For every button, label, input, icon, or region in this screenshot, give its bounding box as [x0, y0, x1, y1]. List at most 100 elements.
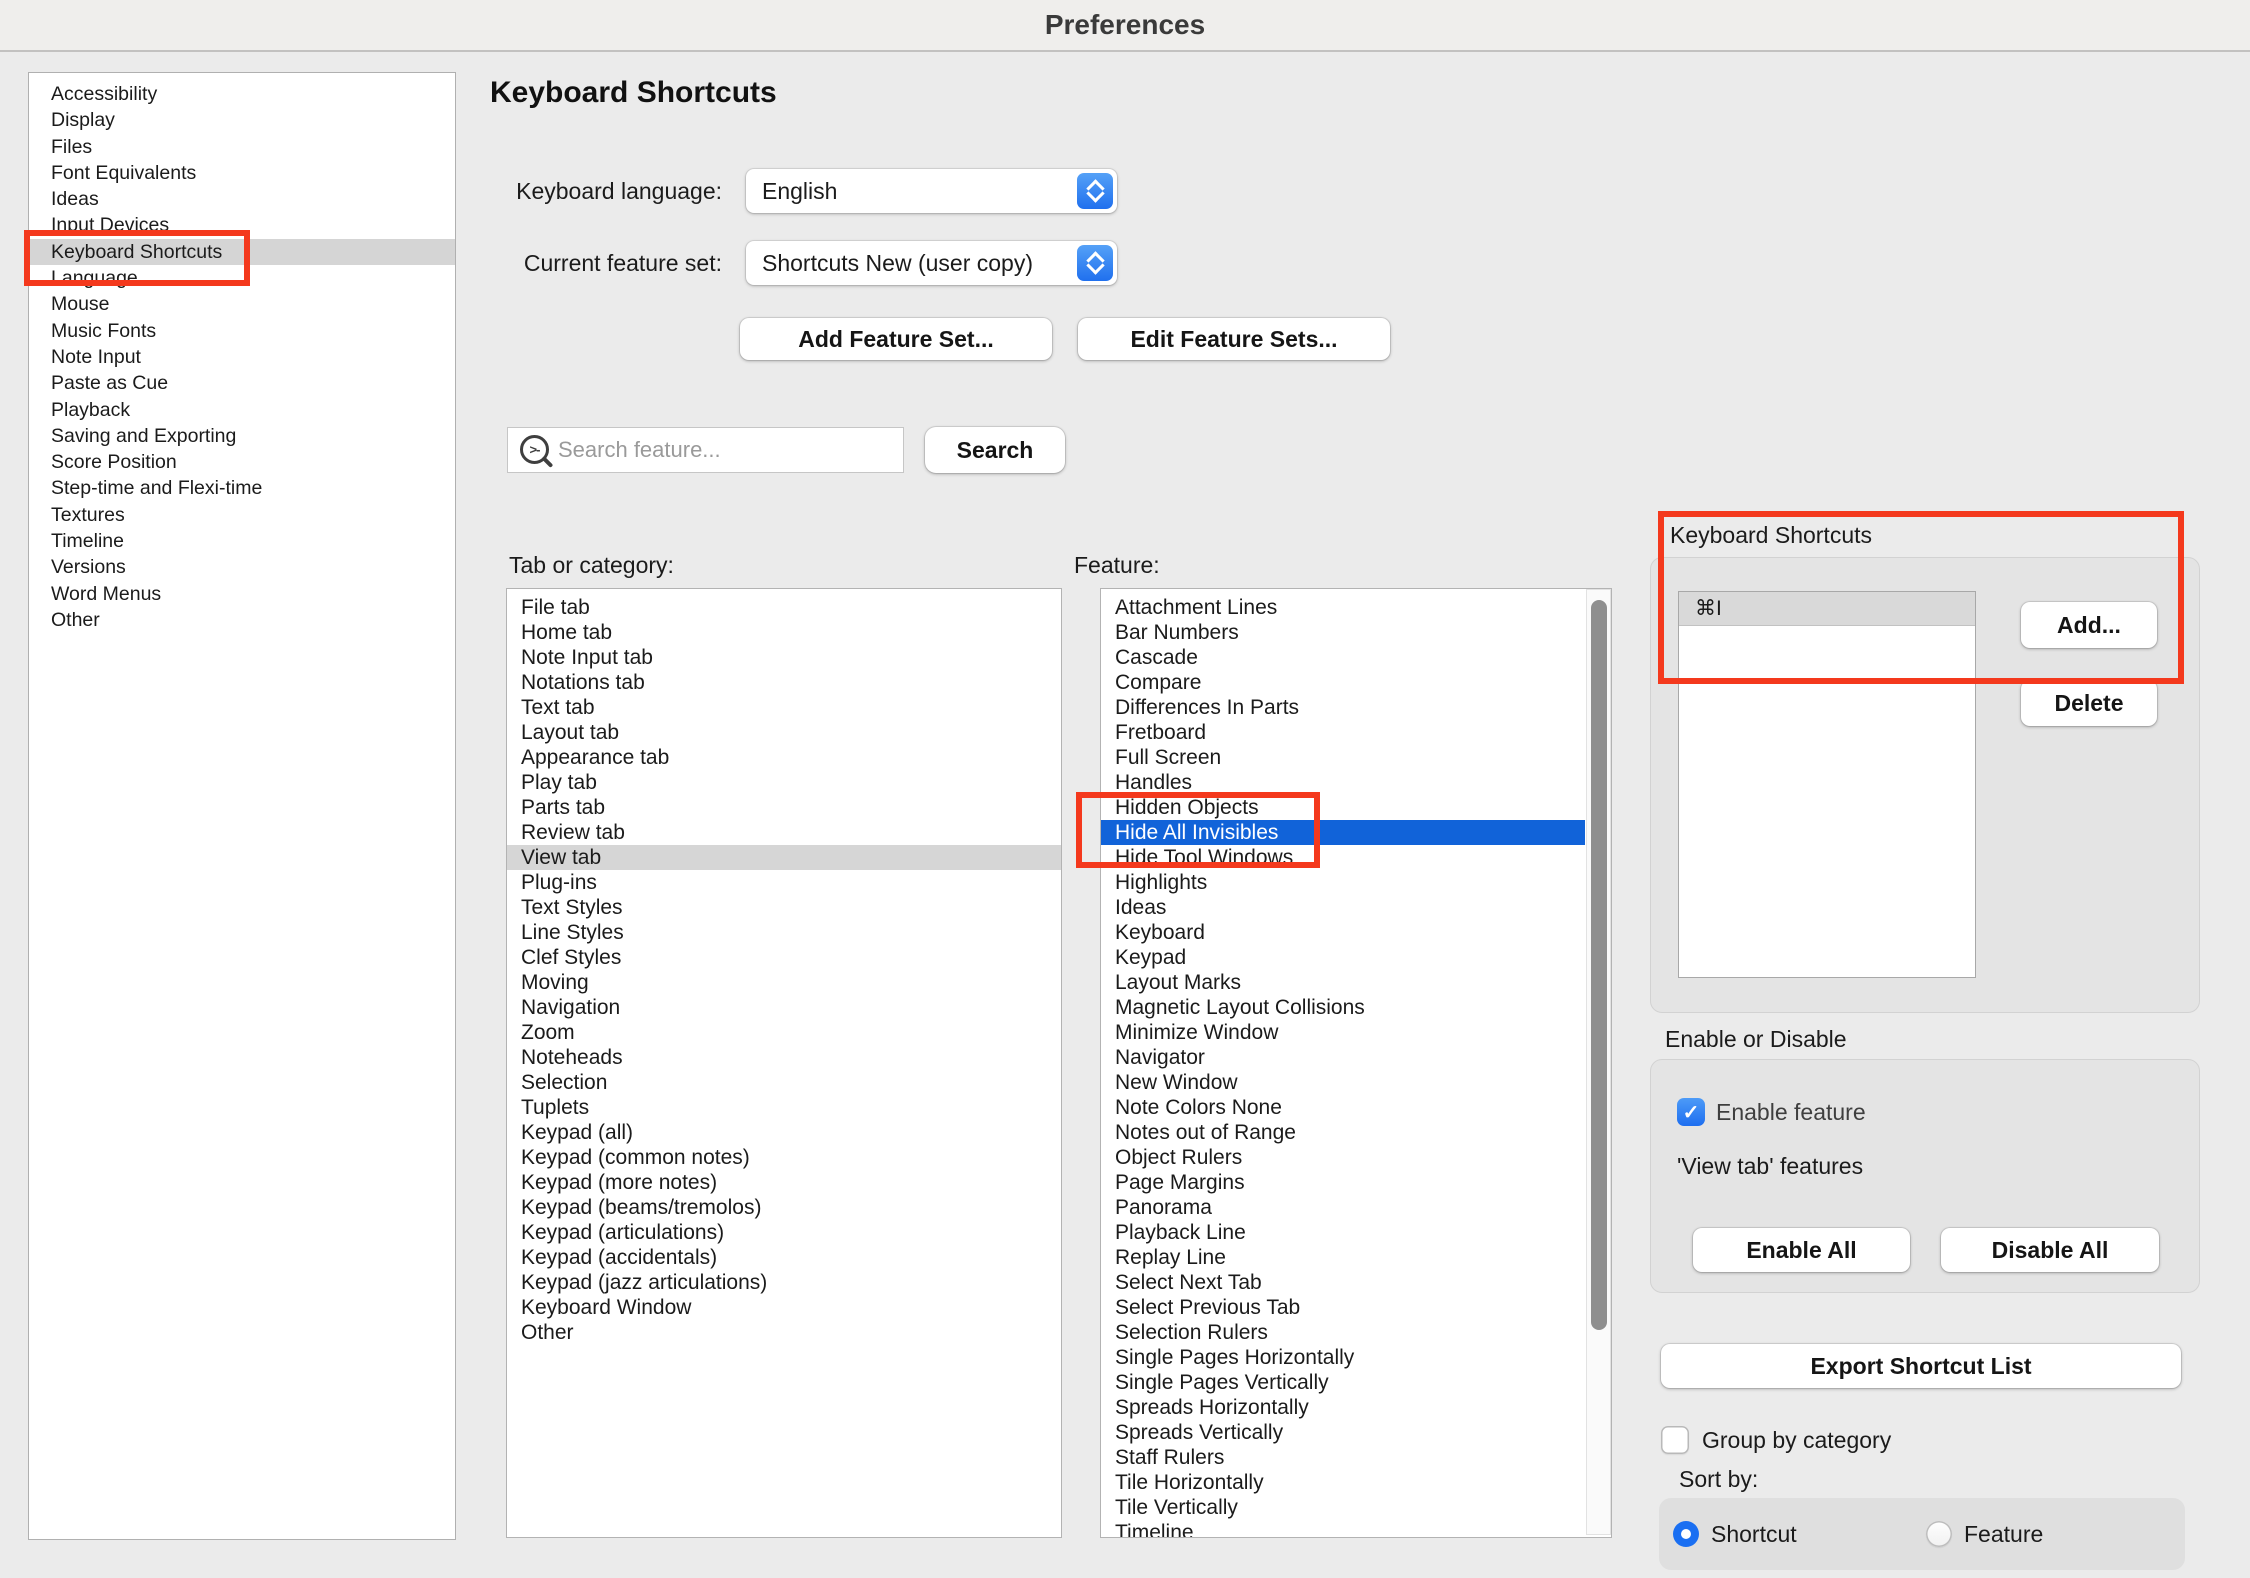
feature-list-item[interactable]: Ideas	[1101, 895, 1585, 920]
group-by-category-checkbox[interactable]	[1661, 1426, 1689, 1454]
feature-list-item[interactable]: Spreads Vertically	[1101, 1420, 1585, 1445]
sidebar-item[interactable]: Paste as Cue	[29, 370, 455, 396]
category-list-item[interactable]: Keypad (all)	[507, 1120, 1061, 1145]
feature-list-item[interactable]: Select Next Tab	[1101, 1270, 1585, 1295]
feature-list-item[interactable]: Tile Horizontally	[1101, 1470, 1585, 1495]
search-field[interactable]: >-	[507, 427, 904, 473]
sidebar-item[interactable]: Ideas	[29, 186, 455, 212]
feature-list-item[interactable]: Note Colors None	[1101, 1095, 1585, 1120]
category-list-item[interactable]: Review tab	[507, 820, 1061, 845]
sidebar-item[interactable]: Display	[29, 107, 455, 133]
sidebar-item[interactable]: Score Position	[29, 449, 455, 475]
category-list-item[interactable]: Navigation	[507, 995, 1061, 1020]
category-list-item[interactable]: File tab	[507, 595, 1061, 620]
feature-list-item[interactable]: Cascade	[1101, 645, 1585, 670]
feature-list-scrollbar-thumb[interactable]	[1591, 600, 1607, 1330]
feature-list-item[interactable]: Tile Vertically	[1101, 1495, 1585, 1520]
category-list-item[interactable]: Clef Styles	[507, 945, 1061, 970]
category-list-item[interactable]: Tuplets	[507, 1095, 1061, 1120]
search-input[interactable]	[556, 436, 903, 464]
category-list-item[interactable]: Note Input tab	[507, 645, 1061, 670]
category-list-item[interactable]: Home tab	[507, 620, 1061, 645]
category-list-item[interactable]: Zoom	[507, 1020, 1061, 1045]
sidebar-item[interactable]: Step-time and Flexi-time	[29, 475, 455, 501]
category-list-item[interactable]: Other	[507, 1320, 1061, 1345]
feature-list-item[interactable]: Hide Tool Windows	[1101, 845, 1585, 870]
shortcut-list[interactable]: ⌘I	[1678, 591, 1976, 978]
category-list[interactable]: File tabHome tabNote Input tabNotations …	[506, 588, 1062, 1538]
feature-list-item[interactable]: Layout Marks	[1101, 970, 1585, 995]
category-list-item[interactable]: Layout tab	[507, 720, 1061, 745]
add-feature-set-button[interactable]: Add Feature Set...	[740, 318, 1052, 360]
feature-list-item[interactable]: Compare	[1101, 670, 1585, 695]
category-list-item[interactable]: Parts tab	[507, 795, 1061, 820]
feature-list-item[interactable]: Handles	[1101, 770, 1585, 795]
sort-by-shortcut-radio[interactable]	[1673, 1521, 1699, 1547]
category-list-item[interactable]: Keyboard Window	[507, 1295, 1061, 1320]
feature-list-item[interactable]: Selection Rulers	[1101, 1320, 1585, 1345]
sort-by-feature-radio[interactable]	[1926, 1521, 1952, 1547]
feature-list-item[interactable]: Object Rulers	[1101, 1145, 1585, 1170]
feature-list-item[interactable]: Timeline	[1101, 1520, 1585, 1538]
disable-all-button[interactable]: Disable All	[1941, 1228, 2159, 1272]
category-list-item[interactable]: Keypad (accidentals)	[507, 1245, 1061, 1270]
search-button[interactable]: Search	[925, 427, 1065, 473]
feature-list-item[interactable]: New Window	[1101, 1070, 1585, 1095]
feature-list-item[interactable]: Fretboard	[1101, 720, 1585, 745]
feature-list-item[interactable]: Notes out of Range	[1101, 1120, 1585, 1145]
category-list-item[interactable]: View tab	[507, 845, 1061, 870]
sidebar-item[interactable]: Keyboard Shortcuts	[29, 239, 455, 265]
feature-list-item[interactable]: Differences In Parts	[1101, 695, 1585, 720]
feature-list-item[interactable]: Highlights	[1101, 870, 1585, 895]
feature-list[interactable]: Attachment LinesBar NumbersCascadeCompar…	[1100, 588, 1612, 1538]
feature-list-item[interactable]: Full Screen	[1101, 745, 1585, 770]
feature-list-scrollbar[interactable]	[1586, 589, 1611, 1535]
category-list-item[interactable]: Appearance tab	[507, 745, 1061, 770]
feature-list-item[interactable]: Keypad	[1101, 945, 1585, 970]
category-list-item[interactable]: Text Styles	[507, 895, 1061, 920]
sidebar-item[interactable]: Playback	[29, 397, 455, 423]
sidebar-item[interactable]: Versions	[29, 554, 455, 580]
category-list-item[interactable]: Noteheads	[507, 1045, 1061, 1070]
feature-list-item[interactable]: Staff Rulers	[1101, 1445, 1585, 1470]
category-list-item[interactable]: Play tab	[507, 770, 1061, 795]
category-list-item[interactable]: Moving	[507, 970, 1061, 995]
sidebar-item[interactable]: Timeline	[29, 528, 455, 554]
category-list-item[interactable]: Keypad (beams/tremolos)	[507, 1195, 1061, 1220]
feature-list-item[interactable]: Page Margins	[1101, 1170, 1585, 1195]
feature-list-item[interactable]: Select Previous Tab	[1101, 1295, 1585, 1320]
feature-list-item[interactable]: Attachment Lines	[1101, 595, 1585, 620]
feature-list-item[interactable]: Spreads Horizontally	[1101, 1395, 1585, 1420]
sidebar-item[interactable]: Font Equivalents	[29, 160, 455, 186]
category-list-item[interactable]: Selection	[507, 1070, 1061, 1095]
add-shortcut-button[interactable]: Add...	[2021, 602, 2157, 648]
sidebar-item[interactable]: Word Menus	[29, 581, 455, 607]
feature-list-item[interactable]: Keyboard	[1101, 920, 1585, 945]
category-list-item[interactable]: Plug-ins	[507, 870, 1061, 895]
feature-set-popup[interactable]: Shortcuts New (user copy)	[746, 241, 1117, 285]
feature-list-item[interactable]: Bar Numbers	[1101, 620, 1585, 645]
sidebar-item[interactable]: Textures	[29, 502, 455, 528]
category-list-item[interactable]: Keypad (common notes)	[507, 1145, 1061, 1170]
delete-shortcut-button[interactable]: Delete	[2021, 680, 2157, 726]
feature-list-item[interactable]: Hidden Objects	[1101, 795, 1585, 820]
sidebar-item[interactable]: Saving and Exporting	[29, 423, 455, 449]
sidebar-item[interactable]: Mouse	[29, 291, 455, 317]
feature-list-item[interactable]: Single Pages Horizontally	[1101, 1345, 1585, 1370]
category-list-item[interactable]: Notations tab	[507, 670, 1061, 695]
feature-list-item[interactable]: Single Pages Vertically	[1101, 1370, 1585, 1395]
sidebar-item[interactable]: Input Devices	[29, 212, 455, 238]
feature-list-item[interactable]: Minimize Window	[1101, 1020, 1585, 1045]
sidebar-item[interactable]: Music Fonts	[29, 318, 455, 344]
feature-list-item[interactable]: Magnetic Layout Collisions	[1101, 995, 1585, 1020]
sidebar-item[interactable]: Files	[29, 134, 455, 160]
category-list-item[interactable]: Line Styles	[507, 920, 1061, 945]
enable-all-button[interactable]: Enable All	[1693, 1228, 1910, 1272]
feature-list-item[interactable]: Panorama	[1101, 1195, 1585, 1220]
enable-feature-checkbox[interactable]: ✓	[1677, 1098, 1705, 1126]
feature-list-item[interactable]: Playback Line	[1101, 1220, 1585, 1245]
category-list-item[interactable]: Text tab	[507, 695, 1061, 720]
feature-list-item[interactable]: Hide All Invisibles	[1101, 820, 1585, 845]
keyboard-language-popup[interactable]: English	[746, 169, 1117, 213]
category-list-item[interactable]: Keypad (articulations)	[507, 1220, 1061, 1245]
